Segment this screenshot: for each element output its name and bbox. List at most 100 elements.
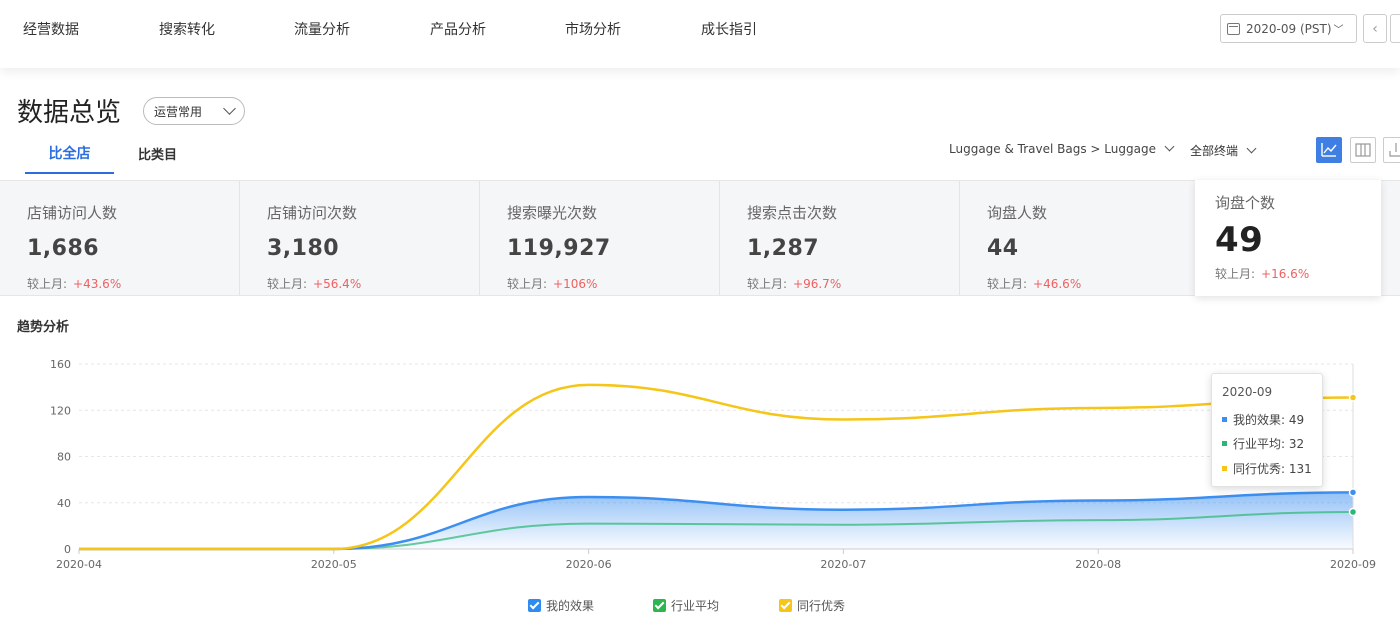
download-icon xyxy=(1389,143,1400,157)
tooltip-row: 同行优秀: 131 xyxy=(1222,460,1312,477)
terminal-filter-value: 全部终端 xyxy=(1190,144,1239,158)
top-nav: 经营数据 搜索转化 流量分析 产品分析 市场分析 成长指引 2020-09 (P… xyxy=(0,0,1400,68)
x-tick-label: 2020-07 xyxy=(820,558,866,571)
compare-label: 较上月: xyxy=(987,277,1028,291)
series-area-my-performance xyxy=(79,492,1353,549)
tooltip-title: 2020-09 xyxy=(1222,385,1273,399)
metric-compare: 较上月: +96.7% xyxy=(747,275,841,292)
next-month-button[interactable] xyxy=(1390,14,1400,43)
y-tick-label: 120 xyxy=(50,404,71,417)
page-title: 数据总览 xyxy=(17,98,122,128)
x-tick-label: 2020-08 xyxy=(1075,558,1121,571)
metric-cards: 店铺访问人数 1,686 较上月: +43.6% 店铺访问次数 3,180 较上月… xyxy=(0,180,1400,296)
metric-label: 搜索曝光次数 xyxy=(507,204,598,222)
chevron-down-icon xyxy=(1164,141,1175,152)
date-picker[interactable]: 2020-09 (PST) ﹀ xyxy=(1220,14,1357,43)
metric-compare: 较上月: +56.4% xyxy=(267,275,361,292)
checkbox-checked-icon xyxy=(653,599,666,612)
tooltip-row-label: 同行优秀: 131 xyxy=(1233,462,1312,476)
chevron-down-icon: ﹀ xyxy=(1333,25,1344,36)
metric-compare: 较上月: +46.6% xyxy=(987,275,1081,292)
compare-label: 较上月: xyxy=(267,277,308,291)
preset-select-value: 运营常用 xyxy=(154,104,203,119)
metric-compare: 较上月: +16.6% xyxy=(1215,265,1309,282)
category-filter-value: Luggage & Travel Bags > Luggage xyxy=(949,142,1156,156)
prev-month-button[interactable]: ‹ xyxy=(1363,14,1387,43)
table-view-button[interactable] xyxy=(1350,137,1376,163)
metric-label: 搜索点击次数 xyxy=(747,204,838,222)
metric-value: 119,927 xyxy=(507,236,611,261)
chevron-left-icon: ‹ xyxy=(1372,20,1378,37)
legend-item-my-performance[interactable]: 我的效果 xyxy=(528,597,594,614)
metric-value: 44 xyxy=(987,236,1019,261)
legend-label: 我的效果 xyxy=(546,599,595,613)
series-dot xyxy=(1222,441,1227,446)
compare-pct: +106% xyxy=(553,277,598,291)
terminal-filter[interactable]: 全部终端 xyxy=(1190,142,1257,159)
tab-whole-store[interactable]: 比全店 xyxy=(25,143,114,174)
nav-item-traffic[interactable]: 流量分析 xyxy=(294,19,350,39)
metric-card-store-visitors[interactable]: 店铺访问人数 1,686 较上月: +43.6% xyxy=(0,181,240,295)
compare-pct: +56.4% xyxy=(313,277,362,291)
tab-category[interactable]: 比类目 xyxy=(138,144,177,163)
line-view-button[interactable] xyxy=(1316,137,1342,163)
compare-pct: +46.6% xyxy=(1033,277,1082,291)
x-tick-label: 2020-04 xyxy=(56,558,102,571)
compare-label: 较上月: xyxy=(1215,267,1256,281)
nav-item-market[interactable]: 市场分析 xyxy=(565,19,621,39)
nav-item-growth[interactable]: 成长指引 xyxy=(701,19,757,39)
date-picker-value: 2020-09 (PST) xyxy=(1246,21,1332,36)
compare-label: 较上月: xyxy=(27,277,68,291)
metric-label: 店铺访问人数 xyxy=(27,204,118,222)
metric-card-search-clicks[interactable]: 搜索点击次数 1,287 较上月: +96.7% xyxy=(720,181,960,295)
chart-tooltip: 2020-09 我的效果: 49 行业平均: 32 同行优秀: 131 xyxy=(1211,373,1323,487)
legend-label: 同行优秀 xyxy=(797,599,846,613)
data-point-marker xyxy=(1348,393,1358,402)
category-filter[interactable]: Luggage & Travel Bags > Luggage xyxy=(949,141,1175,156)
nav-item-search-conversion[interactable]: 搜索转化 xyxy=(159,19,215,39)
nav-item-products[interactable]: 产品分析 xyxy=(430,19,486,39)
compare-label: 较上月: xyxy=(747,277,788,291)
download-button[interactable] xyxy=(1383,137,1400,163)
metric-value: 49 xyxy=(1215,220,1264,260)
metric-card-inquiry-users[interactable]: 询盘人数 44 较上月: +46.6% xyxy=(960,181,1200,295)
x-tick-label: 2020-09 xyxy=(1330,558,1376,571)
section-title: 趋势分析 xyxy=(17,320,70,335)
metric-label: 询盘个数 xyxy=(1215,194,1276,212)
checkbox-checked-icon xyxy=(779,599,792,612)
trend-chart[interactable]: 0 40 80 120 160 2020-04 2020-05 2020-06 2020-07 2… xyxy=(0,350,1400,590)
y-tick-label: 40 xyxy=(57,497,71,510)
metric-compare: 较上月: +106% xyxy=(507,275,597,292)
y-tick-label: 80 xyxy=(57,451,71,464)
preset-select[interactable]: 运营常用 xyxy=(143,97,245,125)
line-chart-icon xyxy=(1321,143,1337,157)
metric-card-search-impressions[interactable]: 搜索曝光次数 119,927 较上月: +106% xyxy=(480,181,720,295)
x-tick-label: 2020-06 xyxy=(566,558,612,571)
series-dot xyxy=(1222,417,1227,422)
metric-compare: 较上月: +43.6% xyxy=(27,275,121,292)
tooltip-row: 我的效果: 49 xyxy=(1222,411,1304,428)
tooltip-row-label: 行业平均: 32 xyxy=(1233,437,1305,451)
legend-label: 行业平均 xyxy=(671,599,720,613)
data-point-marker xyxy=(1348,507,1358,517)
table-icon xyxy=(1355,143,1371,157)
metric-card-inquiries[interactable]: 询盘个数 49 较上月: +16.6% xyxy=(1195,180,1381,296)
metric-value: 3,180 xyxy=(267,236,340,261)
checkbox-checked-icon xyxy=(528,599,541,612)
metric-value: 1,287 xyxy=(747,236,820,261)
y-tick-label: 160 xyxy=(50,358,71,371)
data-point-marker xyxy=(1348,488,1358,497)
series-dot xyxy=(1222,466,1227,471)
metric-card-store-visits[interactable]: 店铺访问次数 3,180 较上月: +56.4% xyxy=(240,181,480,295)
compare-pct: +43.6% xyxy=(73,277,122,291)
nav-item-operations[interactable]: 经营数据 xyxy=(23,19,79,39)
y-tick-label: 0 xyxy=(64,543,71,556)
legend-item-peer-excellent[interactable]: 同行优秀 xyxy=(779,597,845,614)
tooltip-row: 行业平均: 32 xyxy=(1222,435,1304,452)
metric-label: 店铺访问次数 xyxy=(267,204,358,222)
legend-item-industry-average[interactable]: 行业平均 xyxy=(653,597,719,614)
chart-legend: 我的效果 行业平均 同行优秀 xyxy=(0,597,1400,617)
x-tick-label: 2020-05 xyxy=(311,558,357,571)
metric-value: 1,686 xyxy=(27,236,100,261)
compare-pct: +96.7% xyxy=(793,277,842,291)
